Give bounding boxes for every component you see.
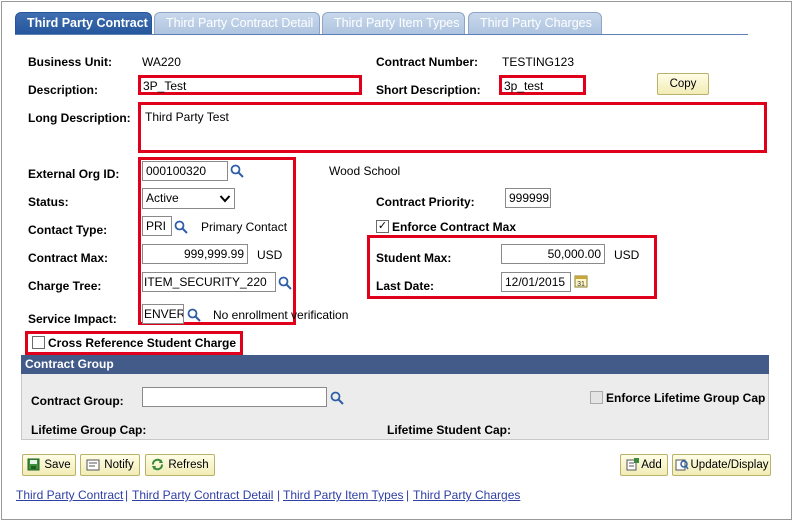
- tab-third-party-item-types[interactable]: Third Party Item Types: [322, 12, 465, 34]
- notify-icon: [86, 459, 100, 471]
- save-label: Save: [44, 459, 71, 471]
- charge-tree-search-icon[interactable]: [278, 276, 292, 290]
- update-display-button[interactable]: Update/Display: [672, 454, 771, 476]
- add-button[interactable]: Add: [620, 454, 668, 476]
- long-description-label: Long Description:: [28, 111, 131, 125]
- external-org-label: External Org ID:: [28, 167, 120, 181]
- contract-group-search-icon[interactable]: [330, 391, 344, 405]
- contact-type-search-icon[interactable]: [174, 220, 188, 234]
- contract-priority-input[interactable]: 999999: [505, 188, 551, 208]
- contract-number-label: Contract Number:: [376, 55, 479, 69]
- status-value: Active: [146, 191, 179, 205]
- update-display-label: Update/Display: [690, 459, 769, 471]
- status-select[interactable]: Active: [142, 188, 235, 209]
- short-description-label: Short Description:: [376, 83, 481, 97]
- status-label: Status:: [28, 195, 69, 209]
- external-org-input[interactable]: 000100320: [142, 161, 228, 181]
- copy-button[interactable]: Copy: [657, 73, 709, 95]
- description-label: Description:: [28, 83, 99, 97]
- save-icon: [27, 458, 40, 471]
- charge-tree-label: Charge Tree:: [28, 279, 102, 293]
- enforce-contract-max-label: Enforce Contract Max: [392, 220, 517, 234]
- contract-number-value: TESTING123: [502, 55, 575, 69]
- tab-third-party-contract-detail[interactable]: Third Party Contract Detail: [154, 12, 320, 34]
- link-third-party-item-types[interactable]: Third Party Item Types: [283, 488, 404, 502]
- refresh-button[interactable]: Refresh: [145, 454, 215, 476]
- contract-max-label: Contract Max:: [28, 251, 109, 265]
- last-date-label: Last Date:: [376, 279, 435, 293]
- save-button[interactable]: Save: [22, 454, 76, 476]
- tab-third-party-charges[interactable]: Third Party Charges: [468, 12, 602, 34]
- cross-reference-label: Cross Reference Student Charge: [48, 336, 237, 350]
- student-max-input[interactable]: 50,000.00: [501, 244, 605, 264]
- short-description-value: 3p_test: [504, 79, 544, 93]
- refresh-label: Refresh: [168, 459, 209, 471]
- svg-text:31: 31: [577, 281, 585, 288]
- business-unit-value: WA220: [142, 55, 181, 69]
- last-date-input[interactable]: 12/01/2015: [501, 272, 571, 292]
- contract-group-label: Contract Group:: [31, 394, 124, 408]
- contract-max-input[interactable]: 999,999.99: [142, 244, 248, 264]
- external-org-search-icon[interactable]: [230, 164, 244, 178]
- enforce-lifetime-label: Enforce Lifetime Group Cap: [606, 391, 766, 405]
- service-impact-input[interactable]: ENVER: [142, 304, 184, 324]
- external-org-name: Wood School: [329, 164, 401, 178]
- long-description-field[interactable]: Third Party Test: [138, 102, 767, 153]
- contact-type-desc: Primary Contact: [201, 220, 288, 234]
- link-third-party-contract-detail[interactable]: Third Party Contract Detail: [132, 488, 273, 502]
- description-field[interactable]: 3P_Test: [138, 75, 362, 95]
- chevron-down-icon: [219, 195, 231, 203]
- service-impact-label: Service Impact:: [28, 312, 117, 326]
- short-description-field[interactable]: 3p_test: [499, 75, 586, 95]
- student-max-currency: USD: [614, 248, 640, 262]
- link-third-party-contract[interactable]: Third Party Contract: [16, 488, 123, 502]
- link-separator: |: [125, 488, 129, 502]
- tab-third-party-contract[interactable]: Third Party Contract: [15, 12, 152, 35]
- update-display-icon: [675, 459, 689, 471]
- lifetime-group-cap-label: Lifetime Group Cap:: [31, 423, 147, 437]
- lifetime-student-cap-label: Lifetime Student Cap:: [387, 423, 512, 437]
- link-third-party-charges[interactable]: Third Party Charges: [413, 488, 520, 502]
- service-impact-desc: No enrollment verification: [213, 308, 349, 322]
- calendar-icon[interactable]: 31: [574, 274, 588, 288]
- add-icon: [626, 458, 640, 471]
- contract-group-input[interactable]: [142, 387, 327, 407]
- contact-type-input[interactable]: PRI: [142, 216, 172, 236]
- enforce-contract-max-checkbox[interactable]: ✓: [376, 220, 389, 233]
- long-description-value: Third Party Test: [145, 110, 229, 124]
- cross-reference-checkbox[interactable]: [32, 336, 45, 349]
- service-impact-search-icon[interactable]: [187, 308, 201, 322]
- student-max-label: Student Max:: [376, 251, 452, 265]
- contract-group-header: Contract Group: [21, 355, 769, 374]
- notify-button[interactable]: Notify: [80, 454, 140, 476]
- contract-max-currency: USD: [257, 248, 283, 262]
- refresh-icon: [152, 459, 164, 471]
- tab-underline: [15, 34, 748, 35]
- link-separator: |: [277, 488, 281, 502]
- add-label: Add: [641, 459, 662, 471]
- business-unit-label: Business Unit:: [28, 55, 113, 69]
- notify-label: Notify: [104, 459, 134, 471]
- charge-tree-input[interactable]: ITEM_SECURITY_220: [142, 272, 276, 292]
- contact-type-label: Contact Type:: [28, 223, 108, 237]
- highlight-left-fields: [138, 157, 296, 325]
- enforce-lifetime-checkbox[interactable]: [590, 391, 603, 404]
- link-separator: |: [406, 488, 410, 502]
- description-value: 3P_Test: [143, 79, 187, 93]
- contract-priority-label: Contract Priority:: [376, 195, 475, 209]
